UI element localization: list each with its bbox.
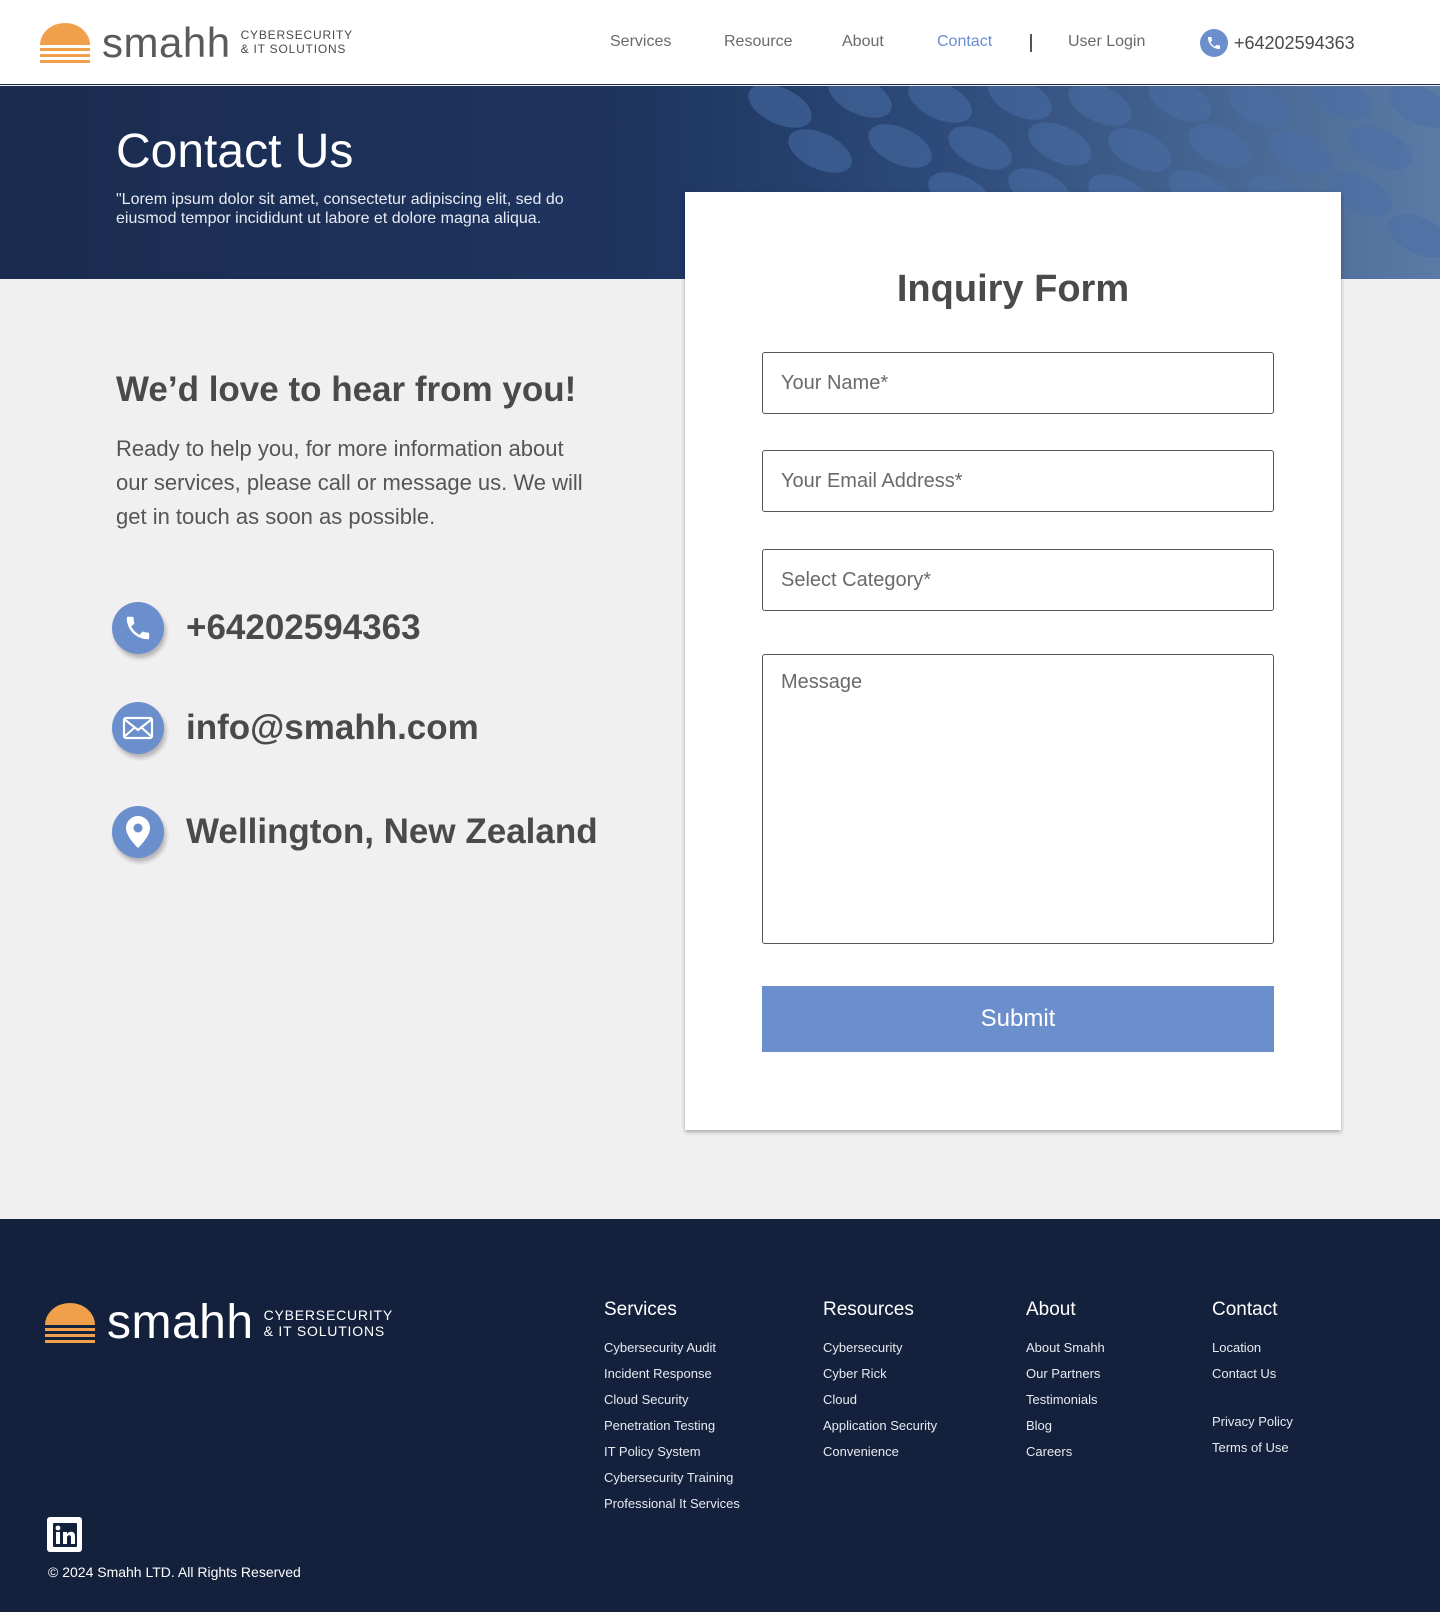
footer-brand-tagline: CYBERSECURITY & IT SOLUTIONS bbox=[264, 1307, 393, 1339]
footer-link[interactable]: Our Partners bbox=[1026, 1361, 1105, 1387]
footer-col-title: Resources bbox=[823, 1299, 914, 1320]
copyright-text: © 2024 Smahh LTD. All Rights Reserved bbox=[48, 1564, 301, 1580]
name-field[interactable] bbox=[762, 352, 1274, 414]
footer-link[interactable]: Cybersecurity bbox=[823, 1335, 937, 1361]
site-footer: smahh CYBERSECURITY & IT SOLUTIONS Servi… bbox=[0, 1219, 1440, 1612]
contact-location: Wellington, New Zealand bbox=[186, 812, 598, 851]
phone-icon bbox=[1200, 29, 1228, 57]
footer-link[interactable]: Blog bbox=[1026, 1413, 1105, 1439]
location-pin-icon bbox=[112, 806, 164, 858]
email-field[interactable] bbox=[762, 450, 1274, 512]
footer-col-contact: Contact Location Contact Us Privacy Poli… bbox=[1212, 1299, 1293, 1461]
brand-logo[interactable]: smahh CYBERSECURITY & IT SOLUTIONS bbox=[40, 22, 353, 64]
footer-brand-logo[interactable]: smahh CYBERSECURITY & IT SOLUTIONS bbox=[45, 1299, 393, 1347]
inquiry-form-card: Inquiry Form Select Category* Submit bbox=[685, 192, 1341, 1130]
nav-services[interactable]: Services bbox=[610, 33, 671, 51]
nav-contact[interactable]: Contact bbox=[937, 33, 992, 51]
footer-link[interactable]: About Smahh bbox=[1026, 1335, 1105, 1361]
footer-link-privacy[interactable]: Privacy Policy bbox=[1212, 1409, 1293, 1435]
category-select-placeholder: Select Category* bbox=[781, 568, 932, 591]
footer-link[interactable]: IT Policy System bbox=[604, 1439, 740, 1465]
intro-body: Ready to help you, for more information … bbox=[116, 436, 583, 529]
page-title: Contact Us bbox=[116, 125, 354, 178]
footer-link[interactable]: Testimonials bbox=[1026, 1387, 1105, 1413]
footer-link[interactable]: Cyber Rick bbox=[823, 1361, 937, 1387]
footer-link[interactable]: Cybersecurity Training bbox=[604, 1465, 740, 1491]
footer-link[interactable]: Cybersecurity Audit bbox=[604, 1335, 740, 1361]
footer-brand-tagline-line2: & IT SOLUTIONS bbox=[263, 1323, 385, 1339]
footer-link-terms[interactable]: Terms of Use bbox=[1212, 1435, 1293, 1461]
intro-heading: We’d love to hear from you! bbox=[116, 370, 577, 409]
contact-email: info@smahh.com bbox=[186, 708, 479, 747]
footer-link[interactable]: Contact Us bbox=[1212, 1361, 1293, 1387]
footer-link[interactable]: Convenience bbox=[823, 1439, 937, 1465]
footer-col-title: About bbox=[1026, 1299, 1076, 1320]
hero-description: "Lorem ipsum dolor sit amet, consectetur… bbox=[116, 191, 564, 227]
form-title: Inquiry Form bbox=[896, 268, 1130, 310]
sun-logo-icon bbox=[40, 23, 90, 63]
contact-phone-row[interactable]: +64202594363 bbox=[112, 602, 421, 654]
nav-about[interactable]: About bbox=[842, 33, 884, 51]
footer-col-about: About About Smahh Our Partners Testimoni… bbox=[1026, 1299, 1105, 1465]
header-phone[interactable]: +64202594363 bbox=[1200, 29, 1355, 57]
footer-brand-tagline-line1: CYBERSECURITY bbox=[263, 1306, 393, 1323]
contact-email-row[interactable]: info@smahh.com bbox=[112, 702, 479, 754]
contact-location-row[interactable]: Wellington, New Zealand bbox=[112, 806, 598, 858]
site-header: smahh CYBERSECURITY & IT SOLUTIONS Servi… bbox=[0, 0, 1440, 85]
submit-button[interactable]: Submit bbox=[762, 986, 1274, 1052]
sun-logo-icon bbox=[45, 1303, 95, 1343]
footer-spacer bbox=[1212, 1387, 1293, 1409]
nav-user-login[interactable]: User Login bbox=[1068, 33, 1145, 51]
contact-phone: +64202594363 bbox=[186, 608, 421, 647]
message-field[interactable] bbox=[762, 654, 1274, 944]
brand-tagline-line1: CYBERSECURITY bbox=[240, 28, 353, 43]
nav-resource[interactable]: Resource bbox=[724, 33, 792, 51]
footer-link[interactable]: Professional It Services bbox=[604, 1491, 740, 1517]
footer-link[interactable]: Careers bbox=[1026, 1439, 1105, 1465]
linkedin-icon[interactable] bbox=[47, 1517, 82, 1552]
brand-tagline-line2: & IT SOLUTIONS bbox=[240, 42, 347, 56]
footer-col-services: Services Cybersecurity Audit Incident Re… bbox=[604, 1299, 740, 1517]
brand-tagline: CYBERSECURITY & IT SOLUTIONS bbox=[240, 28, 353, 57]
brand-name: smahh bbox=[102, 19, 231, 66]
footer-col-title: Contact bbox=[1212, 1299, 1278, 1320]
footer-col-title: Services bbox=[604, 1299, 677, 1320]
footer-link[interactable]: Incident Response bbox=[604, 1361, 740, 1387]
footer-link[interactable]: Cloud bbox=[823, 1387, 937, 1413]
footer-col-resources: Resources Cybersecurity Cyber Rick Cloud… bbox=[823, 1299, 937, 1465]
category-select[interactable]: Select Category* bbox=[762, 549, 1274, 611]
footer-link[interactable]: Penetration Testing bbox=[604, 1413, 740, 1439]
footer-link[interactable]: Location bbox=[1212, 1335, 1293, 1361]
footer-link[interactable]: Application Security bbox=[823, 1413, 937, 1439]
phone-icon bbox=[112, 602, 164, 654]
nav-divider bbox=[1030, 34, 1032, 52]
header-phone-number: +64202594363 bbox=[1234, 32, 1355, 53]
footer-link[interactable]: Cloud Security bbox=[604, 1387, 740, 1413]
mail-icon bbox=[112, 702, 164, 754]
footer-brand-name: smahh bbox=[107, 1296, 254, 1349]
